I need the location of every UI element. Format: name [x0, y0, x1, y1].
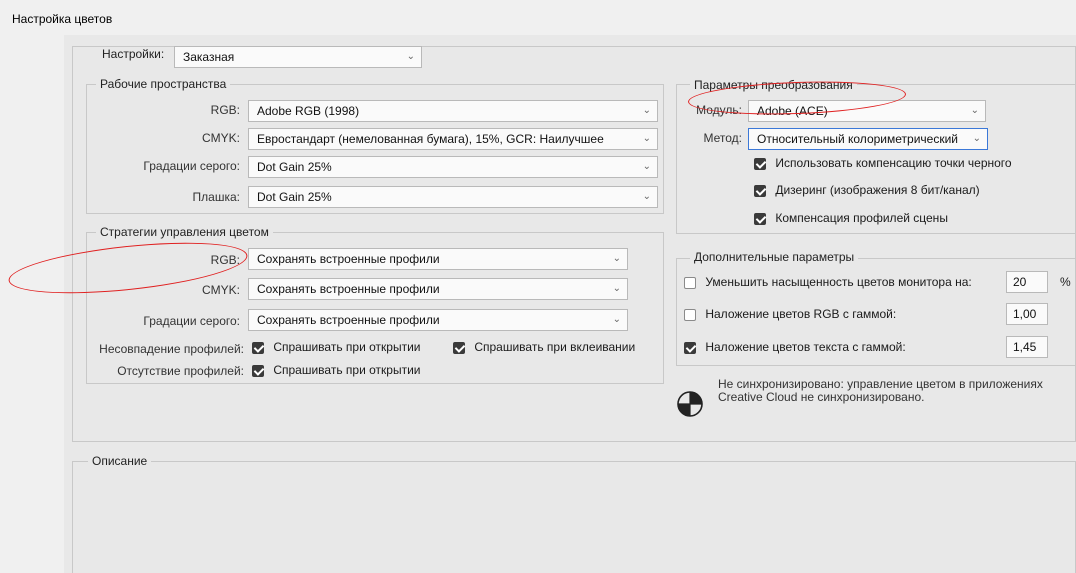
- policy-gray-value: Сохранять встроенные профили: [257, 313, 440, 327]
- policy-cmyk-value: Сохранять встроенные профили: [257, 282, 440, 296]
- ws-rgb-select[interactable]: Adobe RGB (1998) ⌄: [248, 100, 658, 122]
- chevron-down-icon: ⌄: [642, 161, 651, 172]
- ws-rgb-value: Adobe RGB (1998): [257, 104, 360, 118]
- ws-spot-value: Dot Gain 25%: [257, 190, 332, 204]
- desaturate-unit: %: [1060, 275, 1071, 289]
- ws-cmyk-label: CMYK:: [201, 131, 240, 145]
- advanced-rgb-gamma-label: Наложение цветов RGB с гаммой:: [705, 307, 897, 321]
- ws-gray-select[interactable]: Dot Gain 25% ⌄: [248, 156, 658, 178]
- rgb-gamma-input[interactable]: 1,00: [1006, 303, 1048, 325]
- description-group: [72, 461, 1076, 573]
- chevron-down-icon: ⌄: [642, 105, 651, 116]
- chevron-down-icon: ⌄: [642, 191, 651, 202]
- description-title: Описание: [88, 454, 152, 468]
- ws-gray-label: Градации серого:: [143, 159, 240, 173]
- policy-gray-label: Градации серого:: [143, 314, 240, 328]
- chevron-down-icon: ⌄: [612, 253, 621, 264]
- missing-ask-open[interactable]: Спрашивать при открытии: [252, 363, 420, 377]
- checkbox-checked-icon[interactable]: [684, 341, 696, 354]
- ws-spot-select[interactable]: Dot Gain 25% ⌄: [248, 186, 658, 208]
- chevron-down-icon: ⌄: [972, 133, 981, 144]
- option-dither-label: Дизеринг (изображения 8 бит/канал): [775, 183, 980, 197]
- text-gamma-input[interactable]: 1,45: [1006, 336, 1048, 358]
- option-bpc-label: Использовать компенсацию точки черного: [775, 156, 1012, 170]
- advanced-rgb-gamma[interactable]: Наложение цветов RGB с гаммой:: [684, 307, 896, 321]
- intent-select[interactable]: Относительный колориметрический ⌄: [748, 128, 988, 150]
- settings-select[interactable]: Заказная ⌄: [174, 46, 422, 68]
- option-scene[interactable]: Компенсация профилей сцены: [754, 211, 948, 225]
- option-dither[interactable]: Дизеринг (изображения 8 бит/канал): [754, 183, 980, 197]
- sync-icon-svg: [677, 391, 703, 417]
- checkbox-icon[interactable]: [684, 276, 696, 289]
- checkbox-checked-icon[interactable]: [252, 341, 264, 354]
- settings-legend: Настройки:: [98, 47, 169, 61]
- ws-gray-value: Dot Gain 25%: [257, 160, 332, 174]
- chevron-down-icon: ⌄: [612, 314, 621, 325]
- advanced-text-gamma-label: Наложение цветов текста с гаммой:: [705, 340, 906, 354]
- advanced-desaturate-label: Уменьшить насыщенность цветов монитора н…: [705, 275, 972, 289]
- policy-cmyk-select[interactable]: Сохранять встроенные профили ⌄: [248, 278, 628, 300]
- option-scene-label: Компенсация профилей сцены: [775, 211, 948, 225]
- settings-value: Заказная: [183, 50, 235, 64]
- checkbox-checked-icon[interactable]: [252, 364, 264, 377]
- ws-rgb-label: RGB:: [210, 103, 240, 117]
- window-title: Настройка цветов: [12, 12, 113, 26]
- sync-status-icon: [676, 390, 704, 418]
- desaturate-input[interactable]: 20: [1006, 271, 1048, 293]
- chevron-down-icon: ⌄: [642, 133, 651, 144]
- sync-message: Не синхронизировано: управление цветом в…: [718, 377, 1043, 404]
- ws-cmyk-value: Евростандарт (немелованная бумага), 15%,…: [257, 132, 604, 146]
- checkbox-checked-icon[interactable]: [453, 341, 465, 354]
- advanced-desaturate[interactable]: Уменьшить насыщенность цветов монитора н…: [684, 275, 972, 289]
- mismatch-ask-open[interactable]: Спрашивать при открытии: [252, 340, 420, 354]
- checkbox-checked-icon[interactable]: [754, 184, 766, 197]
- checkbox-checked-icon[interactable]: [754, 212, 766, 225]
- chevron-down-icon: ⌄: [970, 105, 979, 116]
- policies-title: Стратегии управления цветом: [96, 225, 273, 239]
- advanced-title: Дополнительные параметры: [690, 250, 859, 264]
- intent-value: Относительный колориметрический: [757, 132, 958, 146]
- checkbox-checked-icon[interactable]: [754, 157, 766, 170]
- chevron-down-icon: ⌄: [612, 283, 621, 294]
- missing-label: Отсутствие профилей:: [117, 364, 244, 378]
- mismatch-label: Несовпадение профилей:: [99, 342, 244, 356]
- missing-ask-open-label: Спрашивать при открытии: [273, 363, 421, 377]
- mismatch-ask-paste-label: Спрашивать при вклеивании: [474, 340, 636, 354]
- advanced-text-gamma[interactable]: Наложение цветов текста с гаммой:: [684, 340, 906, 354]
- mismatch-ask-open-label: Спрашивать при открытии: [273, 340, 421, 354]
- working-spaces-title: Рабочие пространства: [96, 77, 231, 91]
- ws-cmyk-select[interactable]: Евростандарт (немелованная бумага), 15%,…: [248, 128, 658, 150]
- intent-label: Метод:: [703, 131, 742, 145]
- mismatch-ask-paste[interactable]: Спрашивать при вклеивании: [453, 340, 635, 354]
- ws-spot-label: Плашка:: [192, 190, 240, 204]
- option-bpc[interactable]: Использовать компенсацию точки черного: [754, 156, 1012, 170]
- policy-rgb-value: Сохранять встроенные профили: [257, 252, 440, 266]
- checkbox-icon[interactable]: [684, 308, 696, 321]
- settings-label: Настройки:: [102, 47, 165, 61]
- policy-rgb-select[interactable]: Сохранять встроенные профили ⌄: [248, 248, 628, 270]
- chevron-down-icon: ⌄: [406, 51, 415, 62]
- policy-gray-select[interactable]: Сохранять встроенные профили ⌄: [248, 309, 628, 331]
